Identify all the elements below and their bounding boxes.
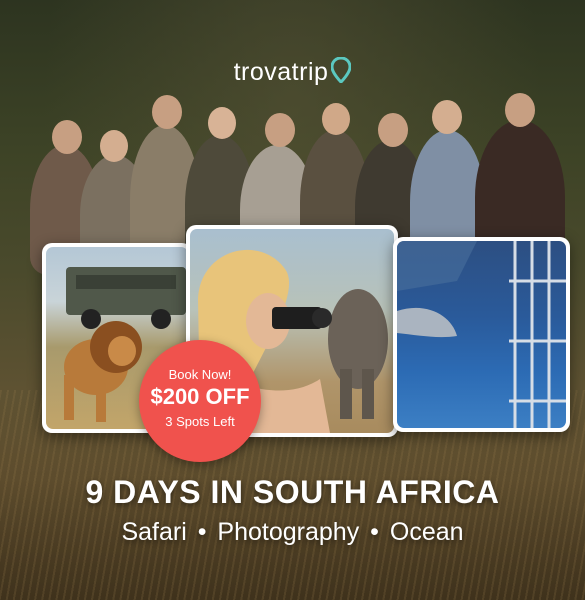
brand-name: trovatrip (233, 58, 329, 87)
tag-safari: Safari (121, 518, 187, 546)
tag-ocean: Ocean (389, 518, 464, 546)
brand-logo: trovatrip (0, 56, 585, 90)
shark-cage-illustration (397, 241, 566, 428)
tagline: Safari • Photography • Ocean (0, 518, 585, 547)
headline: 9 DAYS IN SOUTH AFRICA (85, 474, 500, 510)
badge-book-now: Book Now! (168, 367, 232, 382)
discount-badge[interactable]: Book Now! $200 OFF 3 Spots Left (139, 340, 261, 462)
location-pin-icon (330, 56, 352, 90)
badge-spots-left: 3 Spots Left (165, 414, 235, 429)
photo-card-shark (393, 237, 570, 432)
tag-separator: • (197, 518, 207, 546)
tag-photography: Photography (217, 518, 360, 546)
badge-discount: $200 OFF (150, 384, 250, 409)
tag-separator: • (370, 518, 379, 546)
